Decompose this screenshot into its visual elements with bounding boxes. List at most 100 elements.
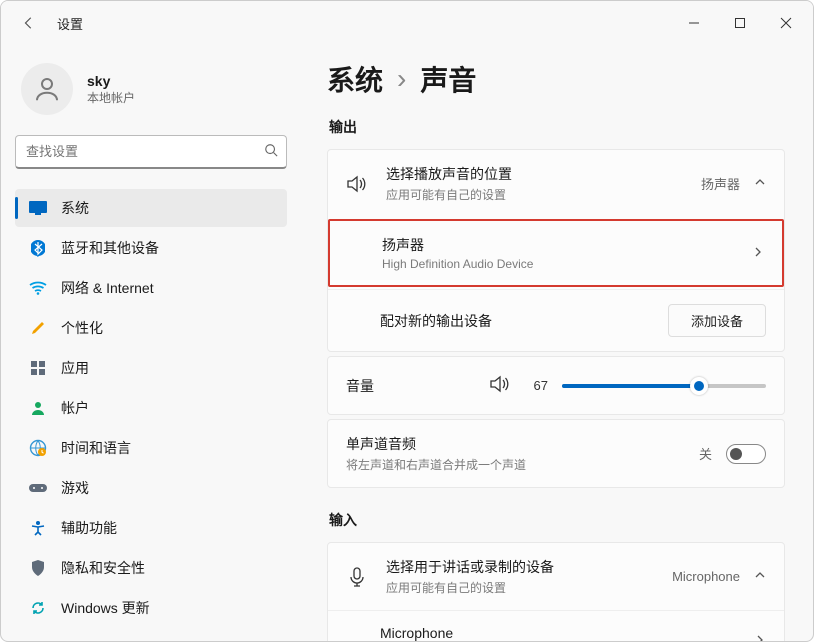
globe-clock-icon xyxy=(29,439,47,457)
row-title: 配对新的输出设备 xyxy=(380,311,650,331)
display-icon xyxy=(29,199,47,217)
chevron-up-icon xyxy=(754,176,766,191)
search-box[interactable] xyxy=(15,135,287,169)
nav-accessibility[interactable]: 辅助功能 xyxy=(15,509,287,547)
nav-windows-update[interactable]: Windows 更新 xyxy=(15,589,287,627)
mono-state-label: 关 xyxy=(699,444,712,463)
nav-label: 辅助功能 xyxy=(61,518,117,538)
brush-icon xyxy=(29,319,47,337)
close-icon xyxy=(780,17,792,29)
row-title: 扬声器 xyxy=(382,235,734,255)
nav-accounts[interactable]: 帐户 xyxy=(15,389,287,427)
accessibility-icon xyxy=(29,519,47,537)
row-title: 单声道音频 xyxy=(346,434,681,454)
nav-label: 帐户 xyxy=(61,398,89,418)
section-output-label: 输出 xyxy=(329,117,785,137)
nav-label: 游戏 xyxy=(61,478,89,498)
output-choose-value: 扬声器 xyxy=(701,174,740,193)
nav-personalization[interactable]: 个性化 xyxy=(15,309,287,347)
mono-toggle[interactable] xyxy=(726,444,766,464)
main-content: 系统 › 声音 输出 选择播放声音的位置 应用可能有自己的设置 扬声器 xyxy=(297,45,813,641)
maximize-button[interactable] xyxy=(717,4,763,42)
search-icon xyxy=(264,143,278,160)
mono-row[interactable]: 单声道音频 将左声道和右声道合并成一个声道 关 xyxy=(328,420,784,487)
nav-label: 系统 xyxy=(61,198,89,218)
row-subtitle: 应用可能有自己的设置 xyxy=(386,186,683,203)
output-device-row[interactable]: 扬声器 High Definition Audio Device xyxy=(330,221,782,285)
section-input-label: 输入 xyxy=(329,510,785,530)
account-text: sky 本地帐户 xyxy=(87,73,135,106)
wifi-icon xyxy=(29,279,47,297)
window-title: 设置 xyxy=(57,14,83,33)
update-icon xyxy=(29,599,47,617)
nav-system[interactable]: 系统 xyxy=(15,189,287,227)
volume-value: 67 xyxy=(524,378,548,393)
volume-row: 音量 67 xyxy=(328,357,784,414)
mono-card: 单声道音频 将左声道和右声道合并成一个声道 关 xyxy=(327,419,785,488)
input-device-row[interactable]: Microphone High Definition Audio Device xyxy=(328,610,784,641)
volume-slider[interactable] xyxy=(562,384,766,388)
breadcrumb-separator: › xyxy=(397,63,406,95)
nav-label: 应用 xyxy=(61,358,89,378)
nav-gaming[interactable]: 游戏 xyxy=(15,469,287,507)
row-subtitle: High Definition Audio Device xyxy=(382,257,734,271)
gamepad-icon xyxy=(29,479,47,497)
volume-icon[interactable] xyxy=(490,375,510,396)
speaker-icon xyxy=(346,175,368,193)
output-choose-row[interactable]: 选择播放声音的位置 应用可能有自己的设置 扬声器 xyxy=(328,150,784,217)
bluetooth-icon xyxy=(29,239,47,257)
row-title: 选择播放声音的位置 xyxy=(386,164,683,184)
person-icon xyxy=(32,74,62,104)
chevron-up-icon xyxy=(754,569,766,584)
nav-list: 系统 蓝牙和其他设备 网络 & Internet 个性化 应用 帐户 xyxy=(15,189,287,627)
apps-icon xyxy=(29,359,47,377)
maximize-icon xyxy=(734,17,746,29)
sidebar: sky 本地帐户 系统 蓝牙和其他设备 网络 & Internet xyxy=(1,45,297,641)
nav-label: 个性化 xyxy=(61,318,103,338)
arrow-left-icon xyxy=(22,16,36,30)
input-choose-card: 选择用于讲话或录制的设备 应用可能有自己的设置 Microphone Micro… xyxy=(327,542,785,641)
microphone-icon xyxy=(346,567,368,587)
input-choose-value: Microphone xyxy=(672,569,740,584)
nav-label: 时间和语言 xyxy=(61,438,131,458)
back-button[interactable] xyxy=(13,7,45,39)
input-choose-row[interactable]: 选择用于讲话或录制的设备 应用可能有自己的设置 Microphone xyxy=(328,543,784,610)
shield-icon xyxy=(29,559,47,577)
avatar xyxy=(21,63,73,115)
close-button[interactable] xyxy=(763,4,809,42)
breadcrumb: 系统 › 声音 xyxy=(327,59,785,99)
row-subtitle: 应用可能有自己的设置 xyxy=(386,579,654,596)
nav-apps[interactable]: 应用 xyxy=(15,349,287,387)
row-title: Microphone xyxy=(380,625,736,641)
window-controls xyxy=(671,4,809,42)
nav-label: 网络 & Internet xyxy=(61,278,154,298)
nav-label: 蓝牙和其他设备 xyxy=(61,238,159,258)
output-device-highlight: 扬声器 High Definition Audio Device xyxy=(328,219,784,287)
row-subtitle: 将左声道和右声道合并成一个声道 xyxy=(346,456,681,473)
volume-slider-thumb[interactable] xyxy=(690,377,708,395)
chevron-right-icon xyxy=(754,634,766,642)
nav-network[interactable]: 网络 & Internet xyxy=(15,269,287,307)
titlebar: 设置 xyxy=(1,1,813,45)
nav-time-language[interactable]: 时间和语言 xyxy=(15,429,287,467)
breadcrumb-root[interactable]: 系统 xyxy=(327,59,383,99)
nav-privacy[interactable]: 隐私和安全性 xyxy=(15,549,287,587)
breadcrumb-page: 声音 xyxy=(420,59,476,99)
search-input[interactable] xyxy=(24,143,264,160)
volume-slider-fill xyxy=(562,384,699,388)
nav-label: Windows 更新 xyxy=(61,598,150,618)
chevron-right-icon xyxy=(752,246,764,261)
pair-output-row: 配对新的输出设备 添加设备 xyxy=(328,289,784,351)
person-icon xyxy=(29,399,47,417)
output-choose-card: 选择播放声音的位置 应用可能有自己的设置 扬声器 扬声器 High Defini… xyxy=(327,149,785,352)
volume-card: 音量 67 xyxy=(327,356,785,415)
minimize-icon xyxy=(688,17,700,29)
add-device-button[interactable]: 添加设备 xyxy=(668,304,766,337)
volume-label: 音量 xyxy=(346,376,476,396)
row-title: 选择用于讲话或录制的设备 xyxy=(386,557,654,577)
minimize-button[interactable] xyxy=(671,4,717,42)
nav-label: 隐私和安全性 xyxy=(61,558,145,578)
account-block[interactable]: sky 本地帐户 xyxy=(15,55,287,129)
account-type: 本地帐户 xyxy=(87,89,135,106)
nav-bluetooth[interactable]: 蓝牙和其他设备 xyxy=(15,229,287,267)
